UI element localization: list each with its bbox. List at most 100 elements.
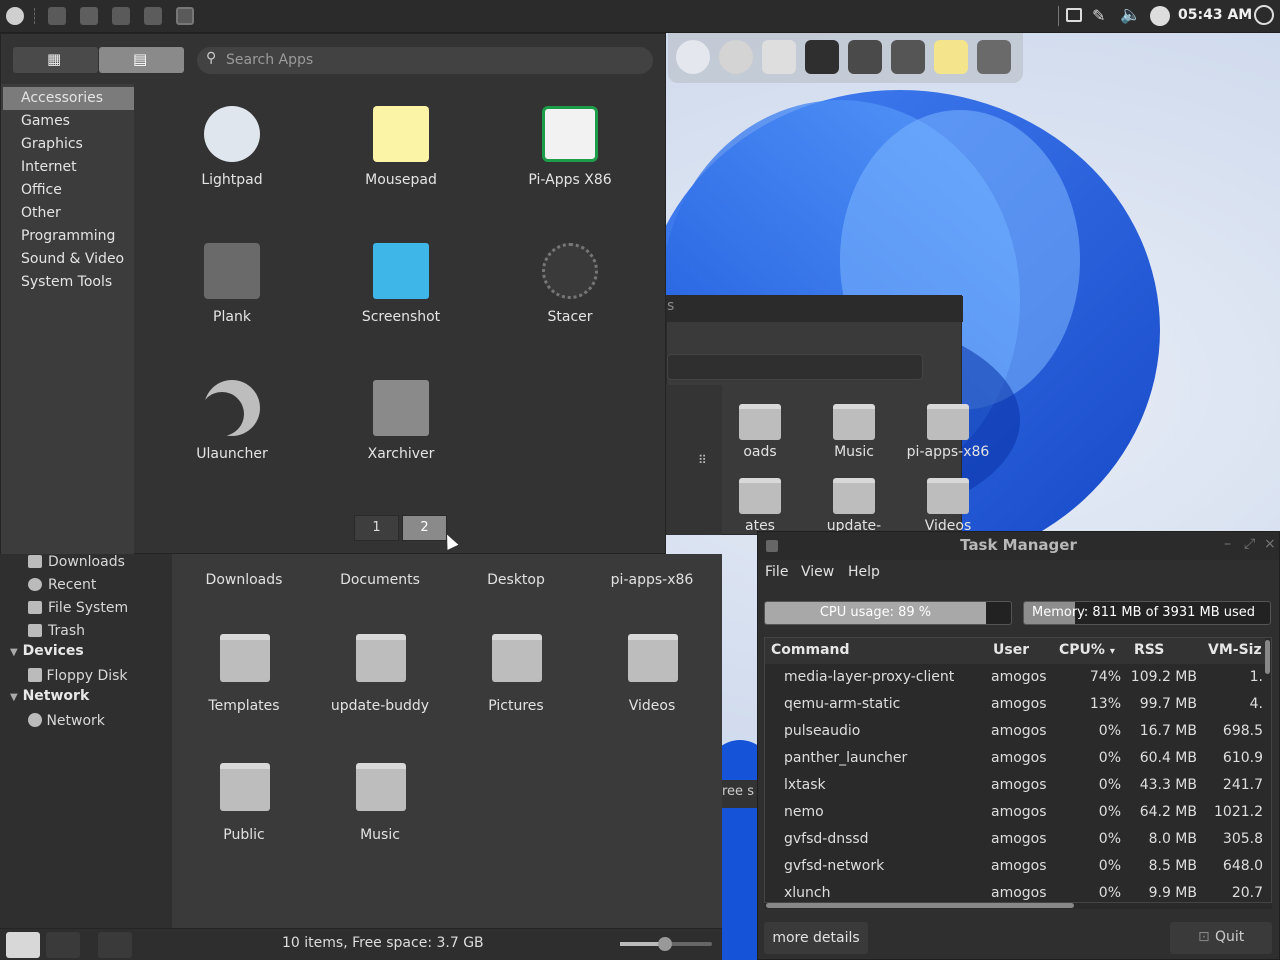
folder-label: Desktop: [487, 572, 545, 588]
ulauncher-icon[interactable]: [719, 40, 753, 74]
calculator-icon[interactable]: [848, 40, 882, 74]
application-menu: ▦ ▤ ⚲ Search Apps Accessories Games Graphi…: [0, 33, 666, 554]
search-apps-field[interactable]: ⚲ Search Apps: [197, 47, 653, 74]
zoom-slider[interactable]: [620, 937, 712, 951]
app-stacer[interactable]: Stacer: [495, 243, 645, 363]
sidebar-item-recent[interactable]: Recent: [28, 575, 96, 595]
terminal-icon[interactable]: [805, 40, 839, 74]
app-screenshot[interactable]: Screenshot: [326, 243, 476, 363]
table-row[interactable]: nemo amogos 0% 64.2 MB 1021.2: [765, 799, 1265, 826]
sidebar-item-trash[interactable]: Trash: [28, 621, 85, 641]
quit-button[interactable]: ⊡ Quit: [1170, 922, 1272, 954]
sidebar-item-downloads[interactable]: Downloads: [28, 552, 125, 572]
window-icon[interactable]: [112, 7, 130, 25]
app-plank[interactable]: Plank: [157, 243, 307, 363]
category-office[interactable]: Office: [3, 179, 134, 202]
folder-public[interactable]: Public: [179, 763, 309, 873]
folder-update-buddy[interactable]: update-buddy: [315, 634, 445, 744]
app-xarchiver[interactable]: Xarchiver: [326, 380, 476, 500]
folder-videos[interactable]: Videos: [587, 634, 717, 744]
record-icon[interactable]: [176, 7, 194, 25]
grid-view-button[interactable]: ▦: [13, 47, 98, 73]
path-bar[interactable]: [667, 354, 923, 380]
list-view-button[interactable]: ▤: [99, 47, 184, 73]
category-sound-video[interactable]: Sound & Video: [3, 248, 134, 271]
folder-music[interactable]: Music: [315, 763, 445, 873]
files-icon[interactable]: [891, 40, 925, 74]
category-programming[interactable]: Programming: [3, 225, 134, 248]
network-header[interactable]: ▼ Network: [10, 688, 89, 704]
app-lightpad[interactable]: Lightpad: [157, 106, 307, 226]
table-row[interactable]: lxtask amogos 0% 43.3 MB 241.7: [765, 772, 1265, 799]
dock: [668, 33, 1023, 83]
trash-icon[interactable]: [977, 40, 1011, 74]
app-mousepad[interactable]: Mousepad: [326, 106, 476, 226]
column-command[interactable]: Command: [771, 642, 850, 658]
search-icon[interactable]: [1150, 6, 1170, 26]
table-cell: 1021.2: [1214, 804, 1263, 820]
sidebar-item-label: File System: [48, 600, 129, 616]
maximize-icon[interactable]: ⤢: [1244, 536, 1255, 552]
folder-templates[interactable]: Templates: [179, 634, 309, 744]
volume-icon[interactable]: 🔈: [1120, 5, 1141, 25]
file-manager-sidebar: ▼ Devices Floppy Disk ▼ Network Network …: [0, 554, 172, 928]
table-row[interactable]: gvfsd-network amogos 0% 8.5 MB 648.0: [765, 853, 1265, 880]
menu-help[interactable]: Help: [848, 564, 880, 580]
table-row[interactable]: pulseaudio amogos 0% 16.7 MB 698.5: [765, 718, 1265, 745]
vertical-scrollbar[interactable]: [1265, 638, 1271, 902]
table-row[interactable]: xlunch amogos 0% 9.9 MB 20.7: [765, 880, 1265, 902]
folder-icon[interactable]: [48, 7, 66, 25]
menu-file[interactable]: File: [765, 564, 788, 580]
paperclip-icon[interactable]: ✎: [1092, 6, 1105, 25]
window-icon[interactable]: [80, 7, 98, 25]
zoom-slider-handle[interactable]: [658, 937, 672, 951]
table-row[interactable]: gvfsd-dnssd amogos 0% 8.0 MB 305.8: [765, 826, 1265, 853]
table-row[interactable]: qemu-arm-static amogos 13% 99.7 MB 4.: [765, 691, 1265, 718]
column-vmsize[interactable]: VM-Siz: [1208, 642, 1264, 658]
column-cpu[interactable]: CPU% ▾: [1059, 642, 1115, 658]
category-accessories[interactable]: Accessories: [3, 87, 134, 110]
screen-icon[interactable]: [1066, 8, 1082, 22]
folder-oads[interactable]: oads: [715, 404, 805, 474]
folder-icon[interactable]: [144, 7, 162, 25]
minimize-icon[interactable]: –: [1224, 536, 1231, 552]
table-row[interactable]: panther_launcher amogos 0% 60.4 MB 610.9: [765, 745, 1265, 772]
folder-pi-apps-x86[interactable]: pi-apps-x86: [903, 404, 993, 474]
sidebar-item-file-system[interactable]: File System: [28, 598, 128, 618]
more-details-button[interactable]: more details: [764, 922, 868, 954]
column-user[interactable]: User: [993, 642, 1029, 658]
window-icon[interactable]: [762, 40, 796, 74]
horizontal-scrollbar[interactable]: [764, 903, 1272, 909]
close-icon[interactable]: ×: [1264, 536, 1276, 552]
folder-music[interactable]: Music: [809, 404, 899, 474]
toggle-sidebar-button[interactable]: [98, 932, 132, 958]
page-button-1[interactable]: 1: [354, 515, 399, 541]
screenshot-icon: [373, 243, 429, 299]
devices-header[interactable]: ▼ Devices: [10, 643, 84, 659]
sidebar-item-floppy-disk[interactable]: Floppy Disk: [28, 666, 128, 686]
search-placeholder[interactable]: Search Apps: [226, 52, 313, 68]
mousepad-icon[interactable]: [934, 40, 968, 74]
category-system-tools[interactable]: System Tools: [3, 271, 134, 294]
sidebar-item-network[interactable]: Network: [28, 711, 105, 731]
column-rss[interactable]: RSS: [1134, 642, 1164, 658]
cpu-usage-bar: CPU usage: 89 %: [764, 601, 1012, 625]
tree-view-button[interactable]: [46, 932, 80, 958]
lightpad-icon[interactable]: [676, 40, 710, 74]
menu-view[interactable]: View: [801, 564, 834, 580]
app-ulauncher[interactable]: Ulauncher: [157, 380, 307, 500]
category-games[interactable]: Games: [3, 110, 134, 133]
places-view-button[interactable]: [6, 932, 40, 958]
table-cell: 241.7: [1222, 777, 1263, 793]
category-graphics[interactable]: Graphics: [3, 133, 134, 156]
power-icon[interactable]: [1254, 5, 1274, 25]
category-other[interactable]: Other: [3, 202, 134, 225]
clock[interactable]: 05:43 AM: [1178, 7, 1252, 23]
app-menu-icon[interactable]: [6, 7, 24, 25]
page-button-2[interactable]: 2: [402, 515, 447, 541]
folder-pictures[interactable]: Pictures: [451, 634, 581, 744]
table-row[interactable]: media-layer-proxy-client amogos 74% 109.2 M…: [765, 664, 1265, 691]
app-pi-apps-x86[interactable]: Pi-Apps X86: [495, 106, 645, 226]
grid-icon[interactable]: ⠿: [698, 453, 707, 467]
category-internet[interactable]: Internet: [3, 156, 134, 179]
